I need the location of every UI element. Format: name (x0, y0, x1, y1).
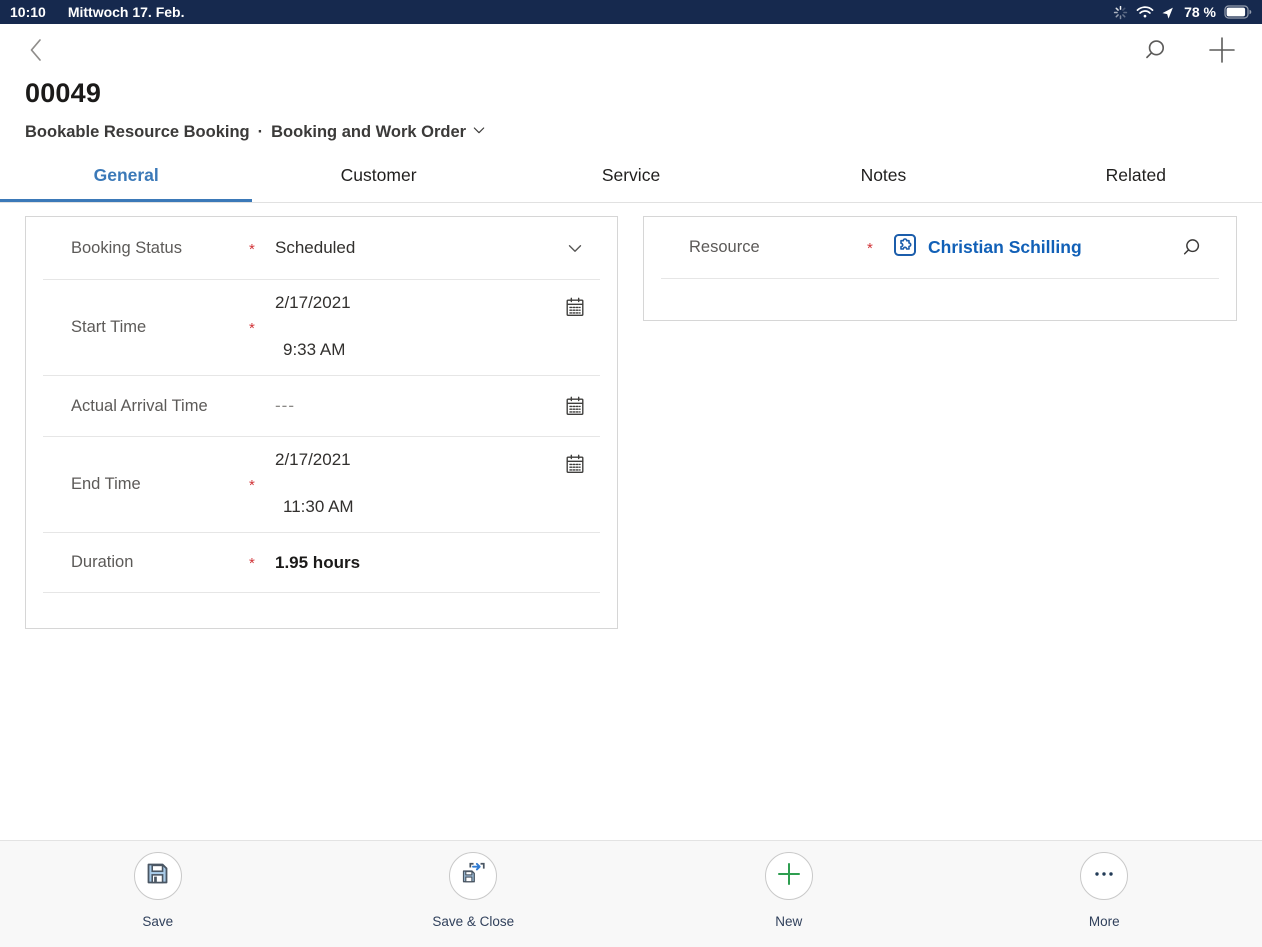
booking-status-value[interactable]: Scheduled (275, 238, 564, 258)
loading-spinner-icon (1113, 5, 1128, 20)
save-icon (144, 860, 171, 892)
field-label: Resource (689, 238, 867, 257)
add-record-button[interactable] (1207, 37, 1237, 67)
status-time: 10:10 (10, 4, 46, 20)
record-subtitle: Bookable Resource Booking · Booking and … (25, 122, 1237, 143)
more-button[interactable]: More (947, 841, 1262, 929)
resource-section-card: Resource * Christian Schilling (643, 216, 1237, 321)
general-section-card: Booking Status * Scheduled Start Time * … (25, 216, 618, 629)
start-date-value[interactable]: 2/17/2021 (275, 293, 564, 313)
search-button[interactable] (1143, 37, 1173, 67)
back-button[interactable] (25, 36, 57, 68)
subtitle-separator: · (258, 123, 264, 142)
field-booking-status[interactable]: Booking Status * Scheduled (26, 217, 617, 279)
calendar-icon[interactable] (564, 296, 586, 375)
bookable-resource-entity-icon (893, 233, 917, 262)
save-and-close-button[interactable]: Save & Close (316, 841, 632, 929)
calendar-icon[interactable] (564, 395, 586, 417)
resource-lookup-value[interactable]: Christian Schilling (928, 237, 1082, 258)
form-content: Booking Status * Scheduled Start Time * … (0, 203, 1262, 831)
battery-icon (1224, 5, 1252, 19)
new-label: New (775, 914, 802, 929)
new-plus-icon (775, 860, 803, 893)
card-empty-space (26, 593, 617, 630)
required-marker: * (867, 238, 893, 257)
field-label: End Time (71, 475, 249, 494)
form-selector-label: Booking and Work Order (271, 123, 466, 142)
actual-arrival-value[interactable]: --- (275, 396, 564, 416)
field-label: Duration (71, 553, 249, 572)
status-date: Mittwoch 17. Feb. (68, 4, 185, 20)
form-selector[interactable]: Booking and Work Order (271, 122, 487, 143)
status-bar: 10:10 Mittwoch 17. Feb. (0, 0, 1262, 24)
search-icon (1145, 37, 1171, 68)
end-time-value[interactable]: 11:30 AM (275, 497, 564, 517)
required-marker: * (249, 239, 275, 258)
save-and-close-label: Save & Close (432, 914, 514, 929)
lookup-search-icon[interactable] (1183, 236, 1205, 259)
chevron-down-icon (471, 122, 487, 143)
save-and-close-icon (459, 860, 487, 893)
field-label: Start Time (71, 318, 249, 337)
tab-general[interactable]: General (0, 149, 252, 202)
page-title: 00049 (25, 78, 1237, 109)
field-duration[interactable]: Duration * 1.95 hours (26, 533, 617, 592)
more-ellipsis-icon (1091, 861, 1117, 892)
tab-service[interactable]: Service (505, 149, 757, 202)
required-marker: * (249, 475, 275, 494)
tab-related[interactable]: Related (1010, 149, 1262, 202)
calendar-icon[interactable] (564, 453, 586, 532)
chevron-down-icon[interactable] (564, 237, 586, 259)
field-end-time[interactable]: End Time * 2/17/2021 11:30 AM (26, 437, 617, 532)
back-chevron-icon (25, 36, 49, 69)
battery-percent: 78 % (1184, 4, 1216, 20)
field-label: Actual Arrival Time (71, 397, 249, 416)
tab-customer[interactable]: Customer (252, 149, 504, 202)
wifi-icon (1136, 5, 1154, 19)
card-empty-space (644, 279, 1236, 320)
duration-value[interactable]: 1.95 hours (275, 553, 617, 573)
form-tabs: General Customer Service Notes Related (0, 149, 1262, 203)
required-marker: * (249, 318, 275, 337)
add-icon (1208, 36, 1236, 69)
new-button[interactable]: New (631, 841, 947, 929)
entity-label: Bookable Resource Booking (25, 123, 250, 142)
required-marker-empty (249, 405, 275, 407)
command-toolbar: Save Save & Close (0, 840, 1262, 947)
more-label: More (1089, 914, 1120, 929)
record-header: 00049 Bookable Resource Booking · Bookin… (0, 24, 1262, 143)
end-date-value[interactable]: 2/17/2021 (275, 450, 564, 470)
tab-notes[interactable]: Notes (757, 149, 1009, 202)
field-start-time[interactable]: Start Time * 2/17/2021 9:33 AM (26, 280, 617, 375)
field-actual-arrival-time[interactable]: Actual Arrival Time --- (26, 376, 617, 436)
start-time-value[interactable]: 9:33 AM (275, 340, 564, 360)
location-arrow-icon (1162, 5, 1176, 19)
field-label: Booking Status (71, 239, 249, 258)
save-label: Save (142, 914, 173, 929)
required-marker: * (249, 553, 275, 572)
field-resource[interactable]: Resource * Christian Schilling (644, 217, 1236, 278)
save-button[interactable]: Save (0, 841, 316, 929)
